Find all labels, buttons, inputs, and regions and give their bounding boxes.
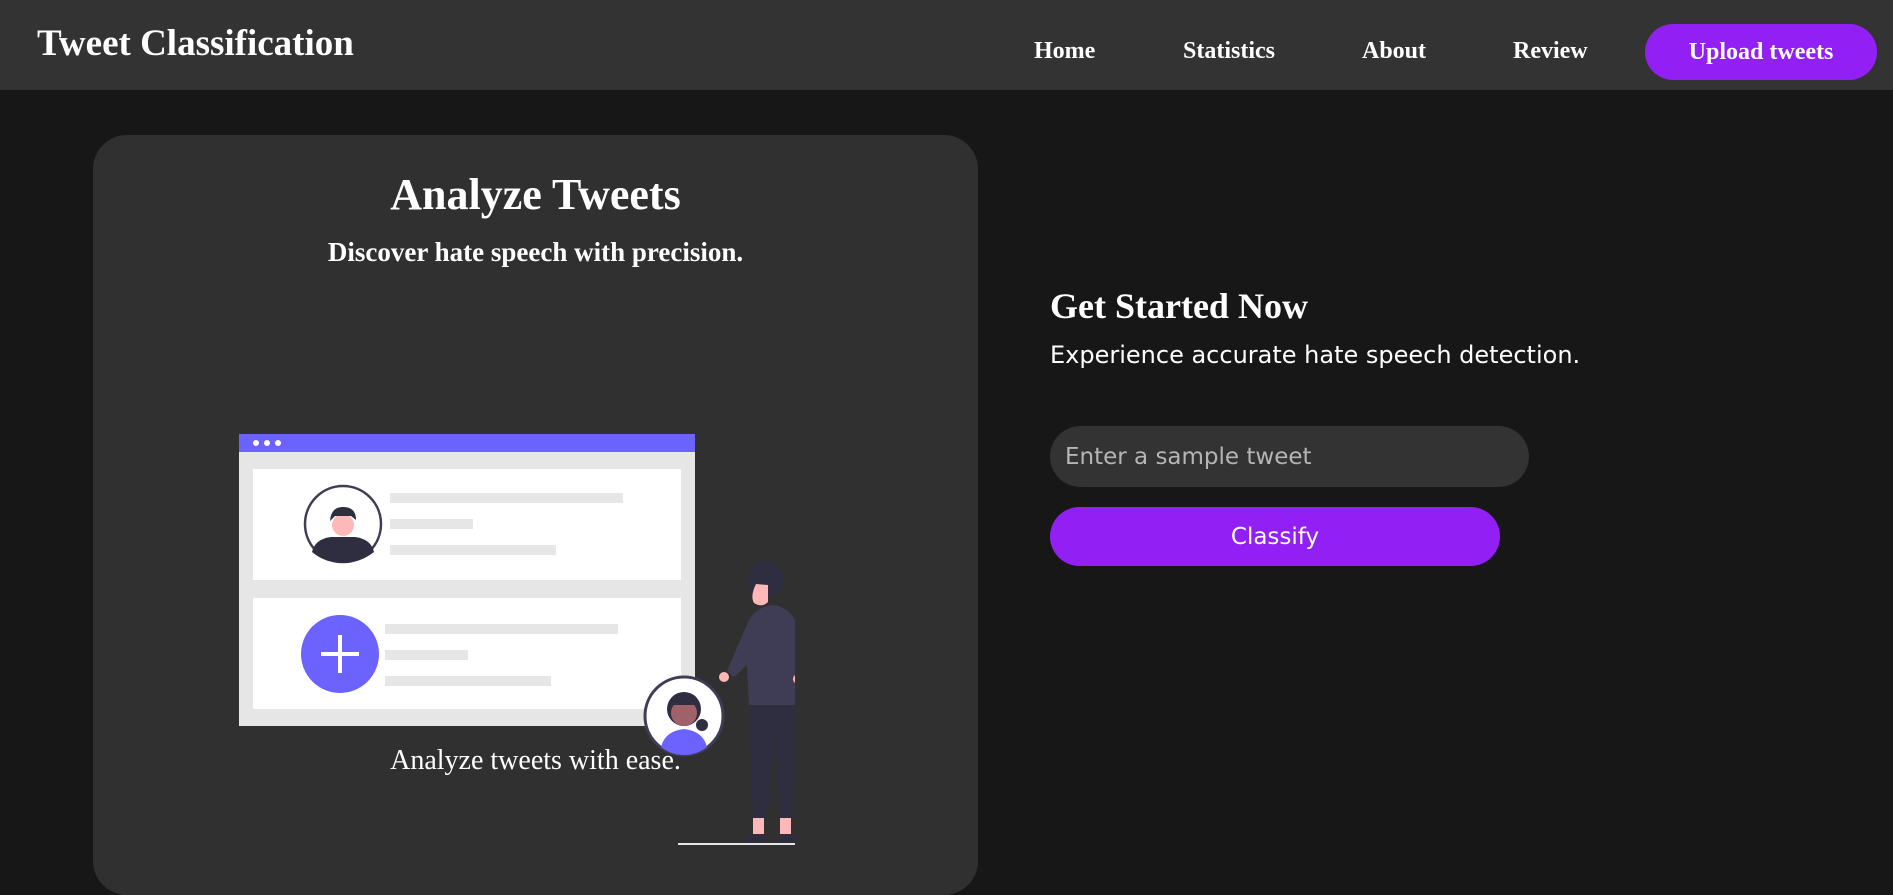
navbar: Tweet Classification Home Statistics Abo… [0,0,1893,90]
get-started-subtitle: Experience accurate hate speech detectio… [1050,341,1581,369]
hero-caption: Analyze tweets with ease. [390,745,681,776]
standing-person-graphic [719,561,795,842]
upload-tweets-button[interactable]: Upload tweets [1645,24,1877,80]
nav-link-home[interactable]: Home [1034,38,1095,65]
hero-title: Analyze Tweets [390,170,681,219]
hero-subtitle: Discover hate speech with precision. [327,237,744,267]
user-avatar-graphic [643,675,725,757]
nav-links: Home Statistics About Review [0,0,1893,90]
nav-link-statistics[interactable]: Statistics [1183,38,1275,65]
nav-link-review[interactable]: Review [1513,38,1588,65]
classify-button[interactable]: Classify [1050,507,1500,566]
nav-link-about[interactable]: About [1362,38,1426,65]
get-started-title: Get Started Now [1050,286,1308,326]
sample-tweet-input[interactable] [1050,426,1529,487]
browser-window-graphic [239,434,695,726]
hero-card: Analyze Tweets Discover hate speech with… [93,135,978,895]
